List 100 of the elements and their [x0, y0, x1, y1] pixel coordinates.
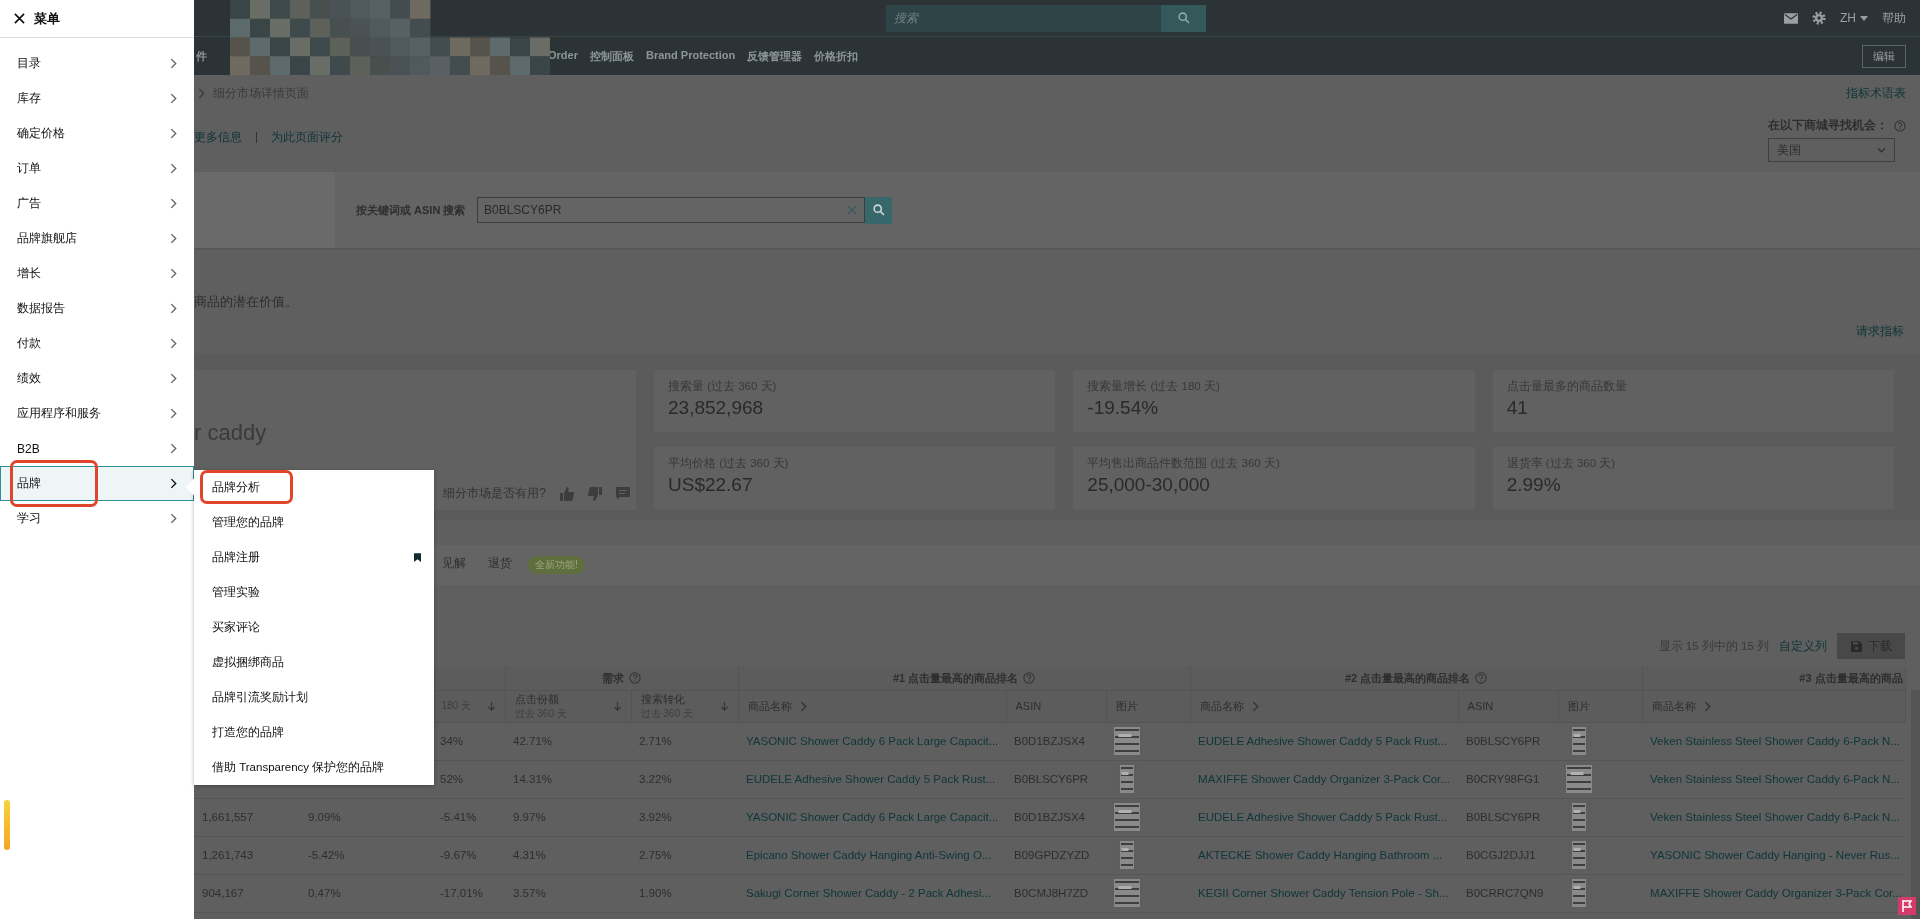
help-icon[interactable] — [1475, 672, 1488, 685]
caret-icon — [1877, 147, 1886, 153]
caret-icon — [1860, 15, 1868, 21]
chevron-icon — [170, 478, 177, 489]
nav-link[interactable]: 件 — [196, 48, 207, 64]
metric-value: 2.99% — [1506, 474, 1562, 496]
product-link[interactable]: EUDELE Adhesive Shower Caddy 5 Pack Rust... — [1198, 735, 1448, 747]
menu-item[interactable]: 应用程序和服务 — [0, 396, 194, 431]
page-link[interactable]: 为此页面评分 — [271, 129, 343, 146]
menu-item[interactable]: 品牌旗舰店 — [0, 221, 194, 256]
submenu-item[interactable]: 品牌注册 — [194, 540, 434, 575]
save-icon — [1850, 640, 1862, 652]
chevron-icon — [170, 198, 177, 209]
nav-link[interactable]: Brand Protection — [645, 48, 736, 64]
chevron-icon — [170, 408, 177, 419]
menu-item[interactable]: 付款 — [0, 326, 194, 361]
chevron-icon — [170, 513, 177, 524]
chevron-icon — [170, 128, 177, 139]
product-link[interactable]: YASONIC Shower Caddy 6 Pack Large Capacit... — [746, 811, 999, 823]
submenu-item[interactable]: 借助 Transparency 保护您的品牌 — [194, 750, 434, 785]
search-icon — [1177, 12, 1190, 24]
chevron-icon — [170, 58, 177, 69]
search-icon — [872, 204, 885, 216]
request-link[interactable]: 请求指标 — [1856, 323, 1904, 340]
submenu-item[interactable]: 品牌引流奖励计划 — [194, 680, 434, 715]
metric-value: 25,000-30,000 — [1087, 474, 1211, 496]
settings-icon[interactable] — [1812, 11, 1826, 25]
bookmark-icon[interactable] — [414, 553, 421, 562]
thumbs-up-icon[interactable] — [560, 486, 574, 501]
chevron-icon — [170, 93, 177, 104]
product-link[interactable]: EUDELE Adhesive Shower Caddy 5 Pack Rust... — [1198, 811, 1448, 823]
chevron-icon — [170, 233, 177, 244]
nav-link[interactable]: 反馈管理器 — [747, 48, 803, 64]
menu-item[interactable]: 库存 — [0, 81, 194, 116]
close-icon[interactable] — [14, 13, 25, 24]
metric-value: US$22.67 — [668, 474, 754, 496]
product-link[interactable]: Veken Stainless Steel Shower Caddy 6-Pack N... — [1650, 773, 1900, 785]
metric-value: 23,852,968 — [668, 397, 765, 419]
product-link[interactable]: YASONIC Shower Caddy Hanging - Never Rus... — [1650, 849, 1900, 861]
customize-columns-link[interactable]: 自定义列 — [1779, 637, 1827, 655]
product-link[interactable]: Sakugi Corner Shower Caddy - 2 Pack Adhesi... — [746, 887, 991, 899]
help-icon[interactable] — [1894, 119, 1906, 132]
sort-icon[interactable] — [719, 700, 729, 712]
menu-title: 菜单 — [34, 9, 60, 28]
scrollbar[interactable] — [1911, 690, 1920, 919]
chevron-icon — [170, 443, 177, 454]
menu-item[interactable]: 学习 — [0, 501, 194, 536]
product-link[interactable]: AKTECKE Shower Caddy Hanging Bathroom ... — [1198, 849, 1443, 861]
menu-item[interactable]: 增长 — [0, 256, 194, 291]
search-field[interactable]: 搜索 — [886, 4, 1161, 32]
submenu-item[interactable]: 管理您的品牌 — [194, 505, 434, 540]
chevron-icon — [198, 87, 205, 99]
nav-link[interactable]: 控制面板 — [589, 48, 634, 64]
search-button[interactable] — [865, 196, 892, 224]
mail-icon[interactable] — [1784, 12, 1798, 24]
submenu-item[interactable]: 虚拟捆绑商品 — [194, 645, 434, 680]
chevron-icon — [170, 268, 177, 279]
sort-icon[interactable] — [486, 700, 496, 712]
comment-icon[interactable] — [616, 487, 630, 500]
menu-item[interactable]: 品牌 — [0, 466, 194, 501]
edit-button[interactable]: 编辑 — [1862, 44, 1906, 68]
product-link[interactable]: KEGII Corner Shower Caddy Tension Pole - Sh... — [1198, 887, 1449, 899]
submenu-item[interactable]: 品牌分析 — [194, 470, 434, 505]
clear-icon[interactable] — [847, 205, 857, 215]
submenu-item[interactable]: 管理实验 — [194, 575, 434, 610]
metric-value: -19.54% — [1087, 397, 1160, 419]
chevron-icon — [170, 303, 177, 314]
menu-item[interactable]: 目录 — [0, 46, 194, 81]
product-link[interactable]: Veken Stainless Steel Shower Caddy 6-Pack N... — [1650, 811, 1900, 823]
chevron-icon — [170, 373, 177, 384]
menu-item[interactable]: 订单 — [0, 151, 194, 186]
chevron-icon — [170, 163, 177, 174]
scroll-indicator — [4, 800, 10, 850]
product-link[interactable]: MAXIFFE Shower Caddy Organizer 3-Pack Cor... — [1650, 887, 1902, 899]
search-button[interactable] — [1161, 4, 1206, 32]
chevron-icon — [170, 338, 177, 349]
page-link[interactable]: 更多信息 — [194, 129, 242, 146]
menu-item[interactable]: 绩效 — [0, 361, 194, 396]
product-link[interactable]: YASONIC Shower Caddy 6 Pack Large Capacit... — [746, 735, 999, 747]
product-link[interactable]: EUDELE Adhesive Shower Caddy 5 Pack Rust... — [746, 773, 996, 785]
help-icon[interactable] — [629, 672, 641, 685]
sort-icon[interactable] — [612, 700, 622, 712]
product-link[interactable]: Epicano Shower Caddy Hanging Anti-Swing O... — [746, 849, 992, 861]
thumbs-down-icon[interactable] — [588, 486, 602, 501]
submenu-item[interactable]: 买家评论 — [194, 610, 434, 645]
help-link[interactable]: 帮助 — [1882, 9, 1906, 27]
nav-link[interactable]: Order — [548, 48, 578, 64]
menu-item[interactable]: 确定价格 — [0, 116, 194, 151]
submenu-item[interactable]: 打造您的品牌 — [194, 715, 434, 750]
menu-item[interactable]: B2B — [0, 431, 194, 466]
flag-icon[interactable] — [1898, 897, 1916, 915]
product-link[interactable]: Veken Stainless Steel Shower Caddy 6-Pack N... — [1650, 735, 1900, 747]
nav-link[interactable]: 价格折扣 — [814, 48, 859, 64]
glossary-link[interactable]: 指标术语表 — [1846, 84, 1906, 102]
help-icon[interactable] — [1023, 672, 1036, 685]
menu-item[interactable]: 广告 — [0, 186, 194, 221]
language-dropdown[interactable]: ZH — [1840, 11, 1868, 25]
keyword-field[interactable]: B0BLSCY6PR — [477, 197, 865, 223]
menu-item[interactable]: 数据报告 — [0, 291, 194, 326]
product-link[interactable]: MAXIFFE Shower Caddy Organizer 3-Pack Cor... — [1198, 773, 1450, 785]
